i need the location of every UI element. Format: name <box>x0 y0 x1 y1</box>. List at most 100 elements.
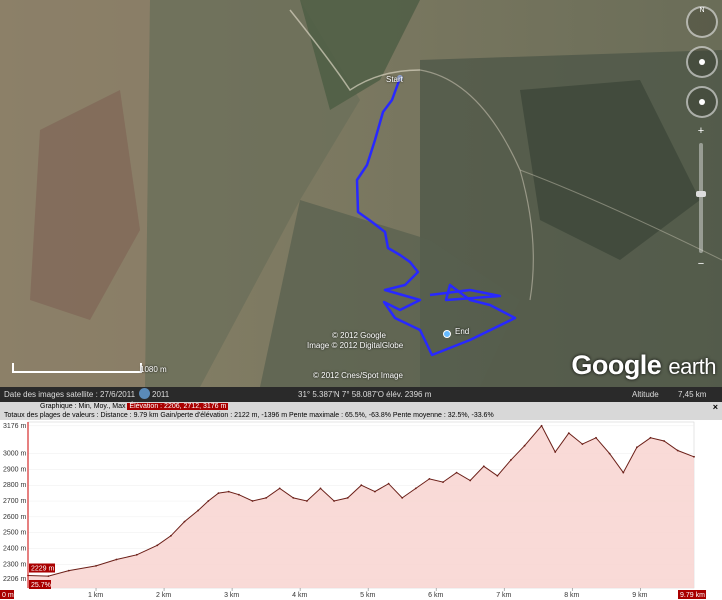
elevation-point <box>510 459 512 461</box>
compass-ring[interactable]: N <box>686 6 718 38</box>
elevation-point <box>47 575 50 577</box>
elevation-profile-header: Graphique : Min, Moy., Max Élévation : 2… <box>0 402 722 420</box>
elevation-point <box>292 497 295 499</box>
y-tick-label: 2800 m <box>3 482 27 489</box>
zoom-slider[interactable] <box>696 143 706 253</box>
logo-earth: earth <box>668 354 716 379</box>
y-tick-label: 3000 m <box>3 451 27 458</box>
elevation-point <box>428 478 431 480</box>
elevation-point <box>238 493 240 496</box>
elevation-point <box>227 490 230 493</box>
y-tick-label: 2206 m <box>3 576 27 583</box>
x-tick-label: 7 km <box>496 592 511 599</box>
end-marker <box>443 330 451 338</box>
elevation-point <box>170 534 172 537</box>
imagery-date: Date des images satellite : 27/6/2011 <box>4 390 136 399</box>
elevation-summary[interactable]: Élévation : 2206, 2712, 3176 m <box>127 403 229 410</box>
zoom-slider-knob[interactable] <box>696 191 706 197</box>
google-earth-logo: Google earth <box>571 350 716 381</box>
elevation-point <box>265 497 267 499</box>
elevation-point <box>135 553 138 556</box>
elevation-point <box>95 565 97 567</box>
elevation-point <box>663 440 665 442</box>
copyright-cnes: © 2012 Cnes/Spot Image <box>313 371 403 380</box>
y-tick-label: 2500 m <box>3 530 27 537</box>
x-tick-label: 1 km <box>88 592 103 599</box>
y-tick-label: 2700 m <box>3 498 27 505</box>
elevation-point <box>469 479 472 482</box>
terrain-imagery <box>0 0 722 387</box>
altitude-label: Altitude <box>632 390 659 399</box>
zoom-out-button[interactable]: − <box>686 259 716 270</box>
elevation-point <box>333 500 335 502</box>
elevation-point <box>319 487 322 490</box>
elevation-point <box>608 452 611 455</box>
navigation-controls[interactable]: N + − <box>686 6 718 270</box>
elevation-point <box>67 569 70 572</box>
elevation-point <box>676 449 679 452</box>
y-tick-label: 2400 m <box>3 545 27 552</box>
elevation-point <box>523 444 526 447</box>
cursor-slope-label: 25.7% <box>31 582 51 589</box>
look-dot-icon <box>699 59 705 65</box>
elevation-point <box>374 490 376 493</box>
cursor-coordinates: 31° 5.387'N 7° 58.087'O élév. 2396 m <box>298 390 432 399</box>
elevation-point <box>278 487 281 490</box>
satellite-map-view[interactable]: Start End © 2012 Google Image © 2012 Dig… <box>0 0 722 387</box>
graph-prefix: Graphique : Min, Moy., Max <box>40 403 126 410</box>
x-tick-label: 6 km <box>428 592 443 599</box>
y-tick-label: 2900 m <box>3 466 27 473</box>
elevation-point <box>554 451 557 453</box>
elevation-point <box>346 497 349 499</box>
look-joystick[interactable] <box>686 46 718 78</box>
close-profile-button[interactable]: × <box>713 402 718 412</box>
scale-bar <box>12 363 142 373</box>
elevation-point <box>581 443 584 445</box>
elevation-point <box>636 446 638 449</box>
y-tick-label: 2300 m <box>3 561 27 568</box>
x-tick-label: 4 km <box>292 592 307 599</box>
elevation-point <box>649 436 652 439</box>
elevation-point <box>496 474 499 477</box>
elevation-point <box>183 520 186 523</box>
elevation-point <box>306 500 308 502</box>
x-tick-label: 8 km <box>564 592 579 599</box>
elevation-point <box>567 432 570 434</box>
elevation-profile-chart[interactable]: 3176 m 3000 m 2900 m 2800 m 2700 m 2600 m 2500… <box>0 420 722 600</box>
elevation-point <box>197 509 200 512</box>
y-tick-label: 3176 m <box>3 423 27 430</box>
status-bar: Date des images satellite : 27/6/2011 20… <box>0 387 722 402</box>
altitude-value: 7,45 km <box>678 390 707 399</box>
elevation-point <box>442 481 444 483</box>
scale-label: 1080 m <box>140 365 167 374</box>
elevation-point <box>540 424 543 427</box>
end-label: End <box>455 327 470 336</box>
elevation-point <box>207 500 210 502</box>
range-totals: Totaux des plages de valeurs : Distance … <box>4 412 494 419</box>
elevation-point <box>251 500 254 502</box>
elevation-point <box>693 455 695 458</box>
elevation-point <box>482 465 485 468</box>
x-tick-label: 9 km <box>632 592 647 599</box>
elevation-point <box>401 497 404 499</box>
zoom-in-button[interactable]: + <box>686 126 716 137</box>
y-tick-label: 2600 m <box>3 514 27 521</box>
x-tick-label: 3 km <box>224 592 239 599</box>
history-clock-icon[interactable] <box>139 388 150 399</box>
start-label: Start <box>386 75 403 84</box>
cursor-elevation-label: 2229 m <box>31 566 55 573</box>
elevation-chart-svg: 3176 m 3000 m 2900 m 2800 m 2700 m 2600 m 2500… <box>0 421 706 599</box>
move-dot-icon <box>699 99 705 105</box>
elevation-point <box>595 436 597 439</box>
imagery-year[interactable]: 2011 <box>152 390 169 399</box>
elevation-point <box>387 482 390 485</box>
elevation-point <box>115 558 118 561</box>
elevation-point <box>622 471 625 474</box>
elevation-point <box>156 544 159 547</box>
move-joystick[interactable] <box>686 86 718 118</box>
copyright-digitalglobe: Image © 2012 DigitalGlobe <box>307 341 404 350</box>
elevation-point <box>360 484 363 487</box>
elevation-point <box>414 487 417 490</box>
north-indicator: N <box>699 7 705 14</box>
x-tick-label: 5 km <box>360 592 375 599</box>
